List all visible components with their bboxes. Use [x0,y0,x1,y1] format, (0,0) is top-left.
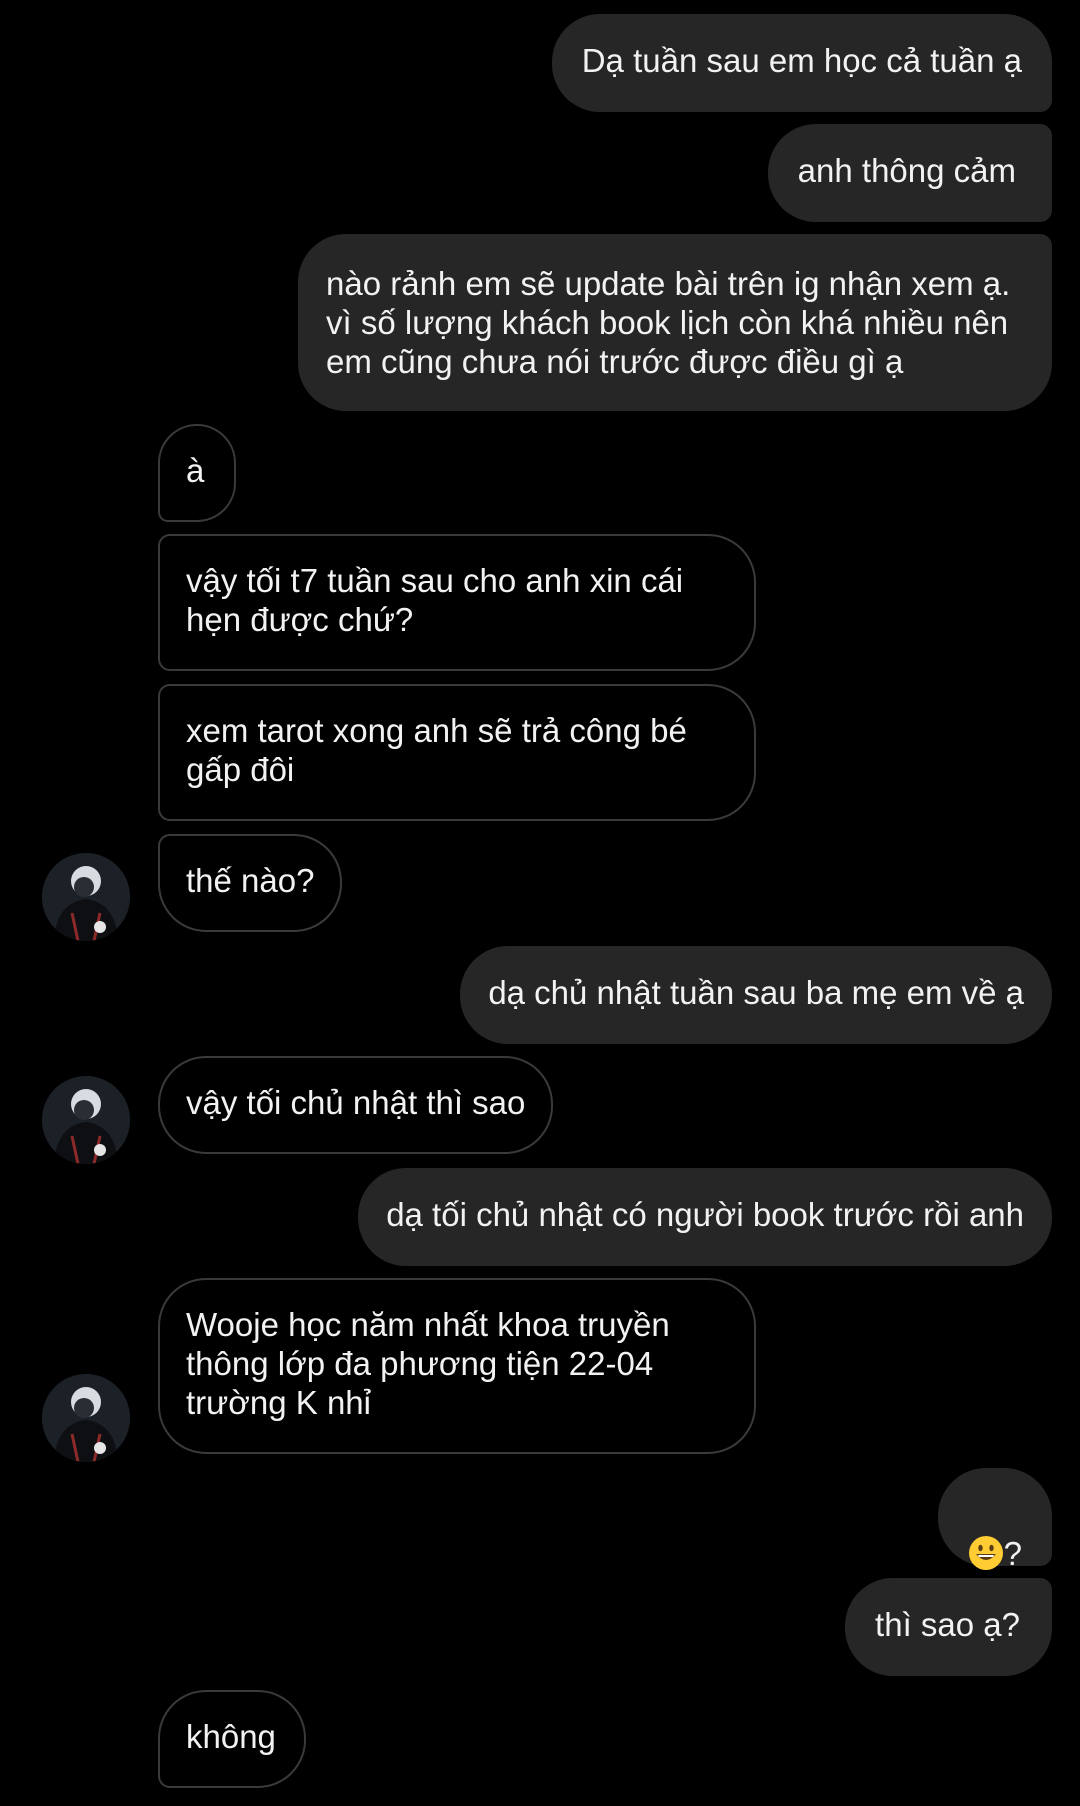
incoming-message[interactable]: vậy tối t7 tuần sau cho anh xin cái hẹn … [158,534,756,671]
avatar-photo [42,853,130,941]
chat-thread: Dạ tuần sau em học cả tuần ạ anh thông c… [0,0,1080,1806]
grinning-face-emoji [968,1536,1003,1570]
outgoing-message[interactable]: thì sao ạ? [845,1578,1052,1676]
outgoing-message[interactable]: ? [937,1468,1052,1572]
outgoing-message[interactable]: nào rảnh em sẽ update bài trên ig nhận x… [298,234,1052,411]
outgoing-message[interactable]: anh thông cảm [767,124,1052,222]
incoming-message[interactable]: không [158,1690,306,1788]
incoming-message[interactable]: vậy tối chủ nhật thì sao [158,1056,554,1154]
incoming-message[interactable]: Wooje học năm nhất khoa truyền thông lớp… [158,1278,756,1454]
outgoing-message[interactable]: dạ tối chủ nhật có người book trước rồi … [358,1168,1052,1266]
message-text: ? [1003,1535,1022,1572]
contact-avatar[interactable] [42,853,130,941]
incoming-message[interactable]: thế nào? [158,834,343,932]
incoming-message[interactable]: xem tarot xong anh sẽ trả công bé gấp đô… [158,684,756,821]
avatar-photo [42,1076,130,1164]
avatar-photo [42,1374,130,1462]
contact-avatar[interactable] [42,1076,130,1164]
incoming-message[interactable]: à [158,424,237,522]
contact-avatar[interactable] [42,1374,130,1462]
outgoing-message[interactable]: Dạ tuần sau em học cả tuần ạ [551,14,1052,112]
outgoing-message[interactable]: dạ chủ nhật tuần sau ba mẹ em về ạ [460,946,1052,1044]
